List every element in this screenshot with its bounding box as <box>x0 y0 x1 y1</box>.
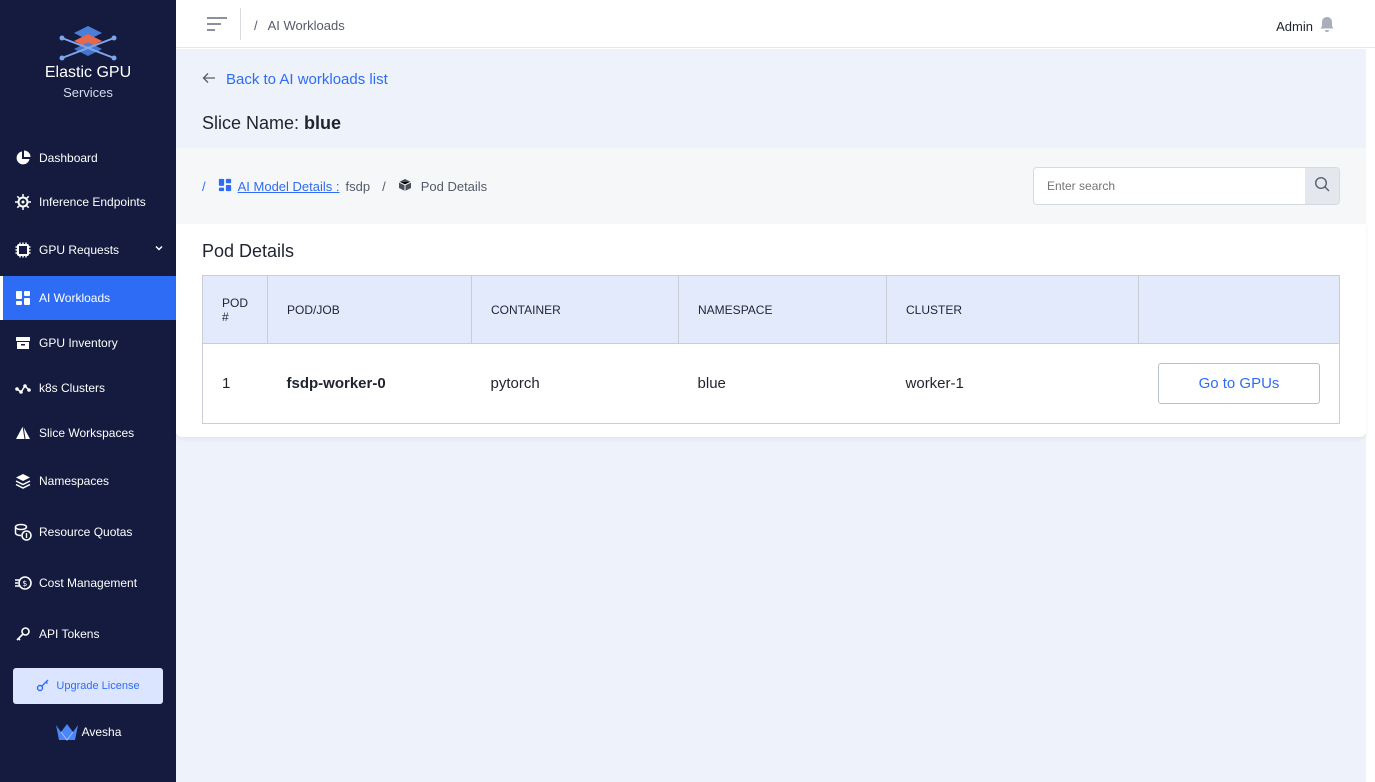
search-box <box>1033 167 1340 205</box>
nodes-icon <box>14 379 32 397</box>
user-menu[interactable]: Admin <box>1276 16 1335 36</box>
main-content: Back to AI workloads list Slice Name: bl… <box>176 49 1366 782</box>
column-header-pod-number: POD # <box>201 275 269 344</box>
go-to-gpus-button[interactable]: Go to GPUs <box>1158 363 1320 404</box>
bell-icon[interactable] <box>1319 16 1335 36</box>
table-header-row: POD # POD/JOB CONTAINER NAMESPACE CLUSTE… <box>201 275 1340 344</box>
pod-details-table: POD # POD/JOB CONTAINER NAMESPACE CLUSTE… <box>201 275 1340 424</box>
sidebar-item-namespaces[interactable]: Namespaces <box>0 459 176 503</box>
arrow-left-icon <box>202 71 216 88</box>
coins-icon <box>14 523 32 541</box>
slice-name-value: blue <box>304 113 342 133</box>
sidebar-item-label: Resource Quotas <box>39 525 133 539</box>
chip-icon <box>14 241 32 259</box>
avesha-crown-icon <box>55 724 78 741</box>
sidebar-item-label: AI Workloads <box>39 291 111 305</box>
svg-text:$: $ <box>22 579 27 588</box>
cell-namespace: blue <box>678 343 887 424</box>
avesha-label: Avesha <box>81 725 122 739</box>
archive-icon <box>14 334 32 352</box>
sidebar-item-dashboard[interactable]: Dashboard <box>0 136 176 180</box>
cell-cluster: worker-1 <box>886 343 1139 424</box>
cube-icon <box>398 178 412 195</box>
sidebar-item-inference-endpoints[interactable]: Inference Endpoints <box>0 180 176 224</box>
pod-details-card: Pod Details POD # POD/JOB CONTAINER NAME… <box>176 224 1366 437</box>
user-name: Admin <box>1276 18 1313 34</box>
brand: Elastic GPU Services <box>0 24 176 100</box>
sidebar-item-label: Dashboard <box>39 151 98 165</box>
column-header-actions <box>1138 275 1340 344</box>
key-icon <box>14 625 32 643</box>
ai-model-name: fsdp <box>345 179 371 194</box>
ai-model-details-link[interactable]: AI Model Details : <box>238 179 340 194</box>
cell-pod-job: fsdp-worker-0 <box>267 343 472 424</box>
brand-subtitle: Services <box>63 85 113 100</box>
column-header-pod-job: POD/JOB <box>267 275 473 344</box>
sidebar-item-slice-workspaces[interactable]: Slice Workspaces <box>0 411 176 455</box>
upgrade-license-button[interactable]: Upgrade License <box>13 668 163 704</box>
avesha-brand: Avesha <box>0 723 176 741</box>
sidebar-item-label: k8s Clusters <box>39 381 106 395</box>
sidebar-item-gpu-inventory[interactable]: GPU Inventory <box>0 321 176 365</box>
sidebar-item-gpu-requests[interactable]: GPU Requests <box>0 228 176 272</box>
search-button[interactable] <box>1305 168 1339 204</box>
slice-name-label: Slice Name: <box>202 113 300 133</box>
menu-toggle-icon[interactable] <box>206 16 228 34</box>
sidebar-item-k8s-clusters[interactable]: k8s Clusters <box>0 366 176 410</box>
top-breadcrumb: / AI Workloads <box>254 18 345 33</box>
sidebar-item-cost-management[interactable]: $ Cost Management <box>0 561 176 605</box>
sidebar-item-label: Slice Workspaces <box>39 426 135 440</box>
back-to-list-label: Back to AI workloads list <box>226 71 388 88</box>
section-title: Pod Details <box>202 241 295 261</box>
back-to-list-link[interactable]: Back to AI workloads list <box>202 71 388 88</box>
breadcrumb: / AI Model Details : fsdp / Pod Details <box>202 178 487 195</box>
column-header-cluster: CLUSTER <box>886 275 1140 344</box>
layers-icon <box>14 472 32 490</box>
sidebar-item-label: GPU Requests <box>39 243 120 257</box>
table-row: 1 fsdp-worker-0 pytorch blue worker-1 Go… <box>202 343 1340 424</box>
cog-chip-icon <box>14 193 32 211</box>
chevron-down-icon <box>154 242 164 256</box>
upgrade-license-label: Upgrade License <box>56 680 140 692</box>
column-header-namespace: NAMESPACE <box>678 275 888 344</box>
top-bar: / AI Workloads Admin <box>176 0 1375 48</box>
sidebar: Elastic GPU Services Dashboard Inference… <box>0 0 176 782</box>
detail-breadcrumb-bar: / AI Model Details : fsdp / Pod Details <box>176 148 1366 224</box>
sidebar-item-api-tokens[interactable]: API Tokens <box>0 612 176 656</box>
brand-title: Elastic GPU <box>44 64 132 81</box>
topbar-divider <box>240 8 241 40</box>
sidebar-item-label: API Tokens <box>39 627 100 641</box>
pie-chart-icon <box>14 149 32 167</box>
cell-container: pytorch <box>471 343 679 424</box>
model-grid-icon <box>218 178 232 195</box>
grid-icon <box>14 289 32 307</box>
search-icon <box>1314 176 1330 197</box>
cell-pod-number: 1 <box>202 343 268 424</box>
cell-actions: Go to GPUs <box>1138 343 1340 424</box>
sidebar-item-label: GPU Inventory <box>39 336 118 350</box>
breadcrumb-separator: / <box>202 179 206 194</box>
pyramid-icon <box>14 424 32 442</box>
sidebar-item-resource-quotas[interactable]: Resource Quotas <box>0 510 176 554</box>
top-breadcrumb-current[interactable]: AI Workloads <box>268 18 345 33</box>
sidebar-item-label: Cost Management <box>39 576 138 590</box>
sidebar-item-ai-workloads[interactable]: AI Workloads <box>0 276 176 320</box>
elastic-gpu-logo-icon <box>59 26 117 61</box>
key-icon <box>36 678 50 695</box>
breadcrumb-current: Pod Details <box>420 179 488 194</box>
sidebar-item-label: Namespaces <box>39 474 110 488</box>
money-icon: $ <box>14 574 32 592</box>
slice-title: Slice Name: blue <box>202 113 341 134</box>
sidebar-item-label: Inference Endpoints <box>39 195 146 209</box>
search-input[interactable] <box>1034 168 1306 204</box>
column-header-container: CONTAINER <box>471 275 680 344</box>
breadcrumb-separator: / <box>382 179 386 194</box>
